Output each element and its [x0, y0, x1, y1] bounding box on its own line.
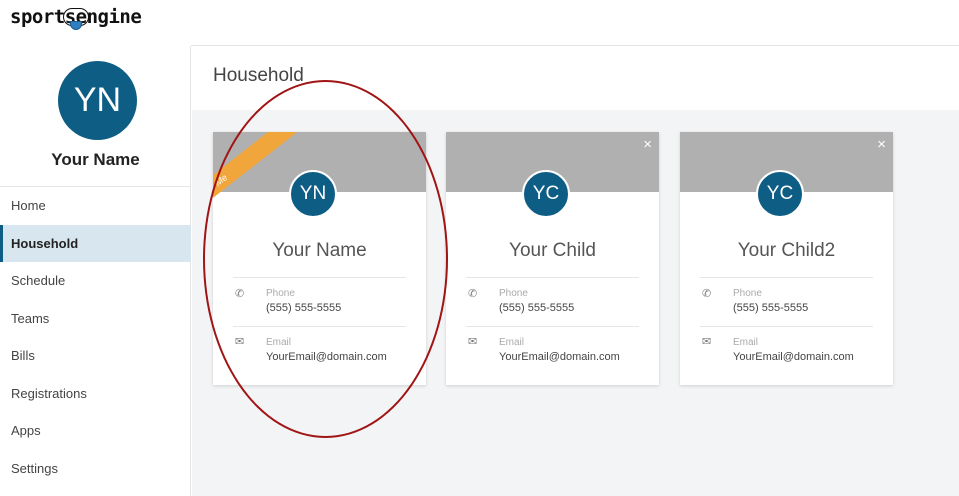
shield-icon — [69, 21, 82, 30]
sidebar-item-household[interactable]: Household — [0, 224, 191, 262]
card-divider — [233, 326, 406, 327]
sidebar-nav: Home Household Schedule Teams Bills Regi… — [0, 187, 191, 487]
profile-name: Your Name — [51, 150, 140, 169]
card-divider — [700, 277, 873, 278]
email-label: Email — [733, 337, 759, 348]
member-card-me[interactable]: Me YN Your Name ✆ Phone (555) 555-5555 ✉… — [213, 132, 426, 385]
sidebar-item-schedule[interactable]: Schedule — [0, 262, 191, 300]
member-name: Your Child — [509, 240, 596, 261]
sportsengine-logo[interactable]: sport se ngine — [10, 6, 142, 30]
member-name: Your Child2 — [737, 240, 836, 261]
email-value: YourEmail@domain.com — [266, 351, 387, 363]
email-icon: ✉ — [702, 336, 712, 348]
email-value: YourEmail@domain.com — [499, 351, 620, 363]
email-label: Email — [266, 337, 292, 348]
phone-value: (555) 555-5555 — [499, 302, 575, 314]
household-members: Me YN Your Name ✆ Phone (555) 555-5555 ✉… — [192, 110, 959, 496]
avatar[interactable]: YN — [58, 61, 137, 140]
logo-text-left: sport — [10, 6, 65, 28]
member-card-child[interactable]: × YC Your Child ✆ Phone (555) 555-5555 ✉… — [446, 132, 659, 385]
sidebar-item-teams[interactable]: Teams — [0, 300, 191, 338]
phone-label: Phone — [266, 288, 295, 299]
main-content: Household Me YN Your Name ✆ Phone (555) … — [192, 46, 959, 496]
phone-value: (555) 555-5555 — [733, 302, 809, 314]
phone-icon: ✆ — [235, 288, 245, 300]
email-icon: ✉ — [468, 336, 478, 348]
member-card-child2[interactable]: × YC Your Child2 ✆ Phone (555) 555-5555 … — [680, 132, 893, 385]
logo-text-right: ngine — [86, 6, 142, 28]
sidebar-item-registrations[interactable]: Registrations — [0, 375, 191, 413]
top-bar: sport se ngine — [0, 0, 959, 46]
avatar[interactable]: YC — [522, 170, 570, 218]
close-icon[interactable]: × — [877, 136, 886, 153]
sidebar-item-apps[interactable]: Apps — [0, 412, 191, 450]
phone-icon: ✆ — [468, 288, 478, 300]
sidebar-item-bills[interactable]: Bills — [0, 337, 191, 375]
phone-label: Phone — [733, 288, 762, 299]
avatar[interactable]: YN — [289, 170, 337, 218]
card-divider — [700, 326, 873, 327]
email-value: YourEmail@domain.com — [733, 351, 854, 363]
avatar[interactable]: YC — [756, 170, 804, 218]
card-divider — [233, 277, 406, 278]
card-divider — [466, 277, 639, 278]
sidebar: YN Your Name Home Household Schedule Tea… — [0, 46, 191, 496]
phone-icon: ✆ — [702, 288, 712, 300]
member-name: Your Name — [272, 240, 367, 261]
close-icon[interactable]: × — [643, 136, 652, 153]
logo-text-mid: se — [62, 6, 89, 30]
email-icon: ✉ — [235, 336, 245, 348]
phone-value: (555) 555-5555 — [266, 302, 342, 314]
sidebar-item-home[interactable]: Home — [0, 187, 191, 225]
email-label: Email — [499, 337, 525, 348]
card-divider — [466, 326, 639, 327]
phone-label: Phone — [499, 288, 528, 299]
sidebar-item-settings[interactable]: Settings — [0, 450, 191, 488]
page-header: Household — [192, 46, 959, 110]
page-title: Household — [213, 65, 304, 86]
